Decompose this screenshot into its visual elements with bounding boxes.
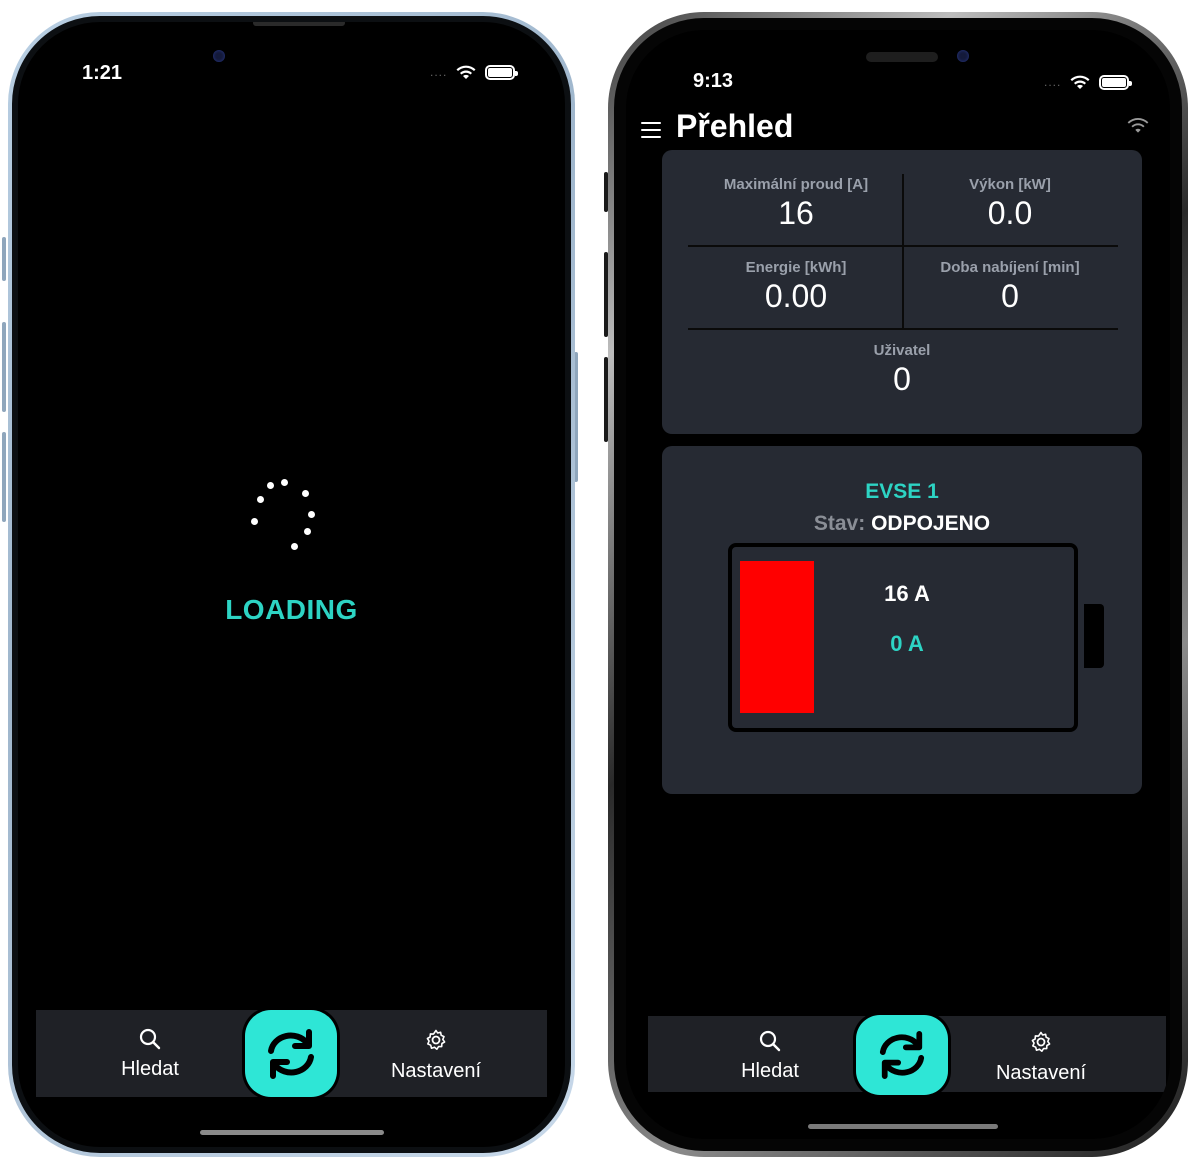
metric-power: Výkon [kW] 0.0 [904,176,1116,232]
tab-search[interactable]: Hledat [108,1028,192,1081]
metric-label: Energie [kWh] [745,259,847,276]
phone-frame: 9:13 .... Přehled Maximální proud [A] 16… [608,12,1188,1157]
page-title: Přehled [676,108,794,144]
battery-current: 0 A [890,631,924,656]
search-icon [139,1028,161,1050]
metric-value: 16 [778,195,814,231]
hamburger-icon[interactable] [641,122,661,143]
camera-dot [957,50,969,62]
metric-label: Maximální proud [A] [723,176,869,193]
metric-label: Doba nabíjení [min] [940,259,1080,276]
divider [688,245,1118,247]
evse-title: EVSE 1 [865,480,939,503]
metric-user: Uživatel 0 [792,342,1012,398]
search-icon [759,1030,781,1052]
metric-value: 0.0 [987,195,1033,231]
camera-dot [213,50,225,62]
status-icons: .... [430,64,519,80]
notch [253,22,345,26]
home-indicator [200,1130,384,1135]
metric-max-current: Maximální proud [A] 16 [682,176,910,232]
status-time: 9:13 [693,70,734,92]
side-button [2,432,6,522]
metric-value: 0 [1001,278,1019,314]
metric-value: 0 [893,361,911,397]
tab-search-label: Hledat [741,1060,799,1082]
gear-icon [1031,1031,1051,1052]
metric-charge-time: Doba nabíjení [min] 0 [904,259,1116,315]
battery-max-current: 16 A [884,581,930,606]
tab-settings[interactable]: Nastavení [981,1030,1101,1085]
signal-dots: .... [1044,75,1062,89]
refresh-icon [879,1031,925,1079]
battery-gauge: 16 A 0 A [728,543,1078,732]
battery-terminal [1084,604,1104,668]
metric-label: Uživatel [873,342,931,359]
side-button [2,322,6,412]
gear-icon [426,1029,446,1050]
connection-wifi-icon [1127,118,1149,133]
metrics-card: Maximální proud [A] 16 Výkon [kW] 0.0 En… [662,150,1142,434]
evse-card: EVSE 1 Stav: ODPOJENO 16 A 0 A [662,446,1142,794]
loading-spinner [251,477,331,557]
loading-label: LOADING [225,594,358,625]
screen: 9:13 .... Přehled Maximální proud [A] 16… [614,18,1182,1151]
wifi-icon [456,65,476,79]
metric-label: Výkon [kW] [969,176,1051,193]
phone-frame: 1:21 .... LOADING Hledat Nastavení [8,12,575,1157]
metric-energy: Energie [kWh] 0.00 [682,259,910,315]
status-icons: .... [1044,74,1133,90]
tab-search[interactable]: Hledat [728,1030,812,1083]
tab-settings-label: Nastavení [390,1060,482,1082]
evse-state-label: Stav: [813,512,866,535]
refresh-button[interactable] [245,1010,337,1097]
screen: 1:21 .... LOADING Hledat Nastavení [12,16,571,1153]
tab-settings[interactable]: Nastavení [376,1028,496,1083]
evse-state-value: ODPOJENO [871,512,991,535]
phone-left: 1:21 .... LOADING Hledat Nastavení [2,12,578,1157]
evse-state: Stav: ODPOJENO [662,512,1142,536]
battery-icon [485,64,519,80]
signal-dots: .... [430,65,448,79]
metric-value: 0.00 [764,278,828,314]
battery-fill [740,561,814,713]
tab-search-label: Hledat [121,1058,179,1080]
refresh-button[interactable] [856,1015,948,1095]
battery-icon [1099,74,1133,90]
refresh-icon [268,1028,314,1079]
wifi-icon [1070,75,1090,89]
divider [688,328,1118,330]
speaker-grille [866,52,938,62]
status-time: 1:21 [82,62,123,84]
tab-settings-label: Nastavení [995,1062,1087,1084]
side-button [2,237,6,281]
home-indicator [808,1124,998,1129]
phone-right: 9:13 .... Přehled Maximální proud [A] 16… [604,12,1188,1157]
